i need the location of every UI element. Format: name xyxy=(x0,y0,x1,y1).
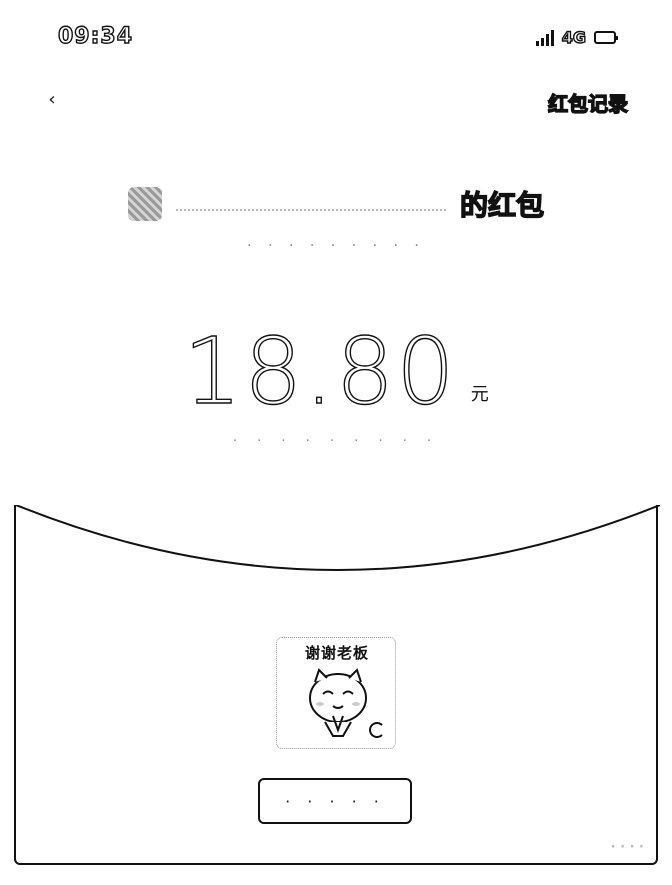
network-label: 4G xyxy=(561,27,587,47)
save-button[interactable]: · · · · · xyxy=(258,778,412,824)
back-icon[interactable]: ‹ xyxy=(40,88,64,112)
battery-icon xyxy=(594,31,618,44)
nav-bar: ‹ 红包记录 xyxy=(0,80,672,124)
status-time: 09:34 xyxy=(57,23,134,49)
sender-name-masked xyxy=(175,209,446,213)
amount-unit: 元 xyxy=(470,384,489,405)
refresh-icon[interactable] xyxy=(369,722,385,738)
sender-row: 的红包 xyxy=(0,180,672,228)
sender-avatar xyxy=(127,187,162,221)
sticker-caption: 谢谢老板 xyxy=(304,644,369,662)
sender-title: 的红包 xyxy=(459,188,544,222)
watermark: · · · · xyxy=(610,840,644,855)
status-bar: 09:34 4G xyxy=(0,0,672,80)
amount-note-masked: · · · · · · · · · xyxy=(232,434,440,449)
greeting-masked: · · · · · · · · · xyxy=(247,238,425,254)
status-indicators: 4G xyxy=(535,27,618,48)
cat-sticker-icon xyxy=(309,668,367,737)
amount-value: 18.80 xyxy=(183,318,457,425)
signal-icon xyxy=(535,29,554,46)
thanks-sticker[interactable]: 谢谢老板 xyxy=(276,637,396,749)
red-packet-records-link[interactable]: 红包记录 xyxy=(547,88,628,117)
envelope-flap xyxy=(16,505,660,571)
amount-row: 18.80 元 xyxy=(0,318,672,425)
